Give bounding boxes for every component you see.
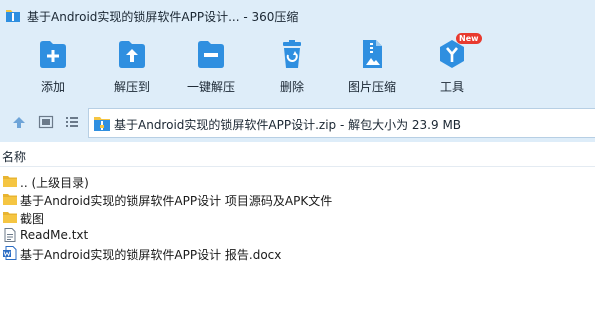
- one-click-extract-icon: [196, 38, 226, 70]
- archive-path-text: 基于Android实现的锁屏软件APP设计.zip - 解包大小为 23.9 M…: [114, 118, 462, 132]
- title-bar: 基于Android实现的锁屏软件APP设计... - 360压缩: [0, 0, 595, 32]
- file-name: 基于Android实现的锁屏软件APP设计 报告.docx: [20, 248, 282, 262]
- text-file-icon: [3, 228, 17, 242]
- delete-button[interactable]: 删除: [256, 38, 328, 95]
- window-title: 基于Android实现的锁屏软件APP设计... - 360压缩: [27, 10, 299, 24]
- list-view-icon[interactable]: [64, 114, 80, 130]
- file-name: 截图: [20, 212, 45, 226]
- file-name: ReadMe.txt: [20, 228, 89, 242]
- one-click-extract-label: 一键解压: [186, 80, 235, 94]
- zip-archive-icon: [94, 116, 110, 131]
- one-click-extract-button[interactable]: 一键解压: [175, 38, 247, 95]
- add-icon: [38, 38, 68, 70]
- extract-to-icon: [117, 38, 147, 70]
- name-column-header[interactable]: 名称: [2, 148, 26, 165]
- image-compress-icon: [357, 38, 387, 70]
- file-row-readme[interactable]: ReadMe.txt: [0, 226, 595, 244]
- word-file-icon: [3, 246, 17, 260]
- path-bar: 基于Android实现的锁屏软件APP设计.zip - 解包大小为 23.9 M…: [0, 102, 595, 142]
- file-row-parent-dir[interactable]: .. (上级目录): [0, 172, 595, 190]
- file-list: 名称 .. (上级目录) 基于Android实现的锁屏软件APP设计 项目源码及…: [0, 142, 595, 328]
- folder-icon: [3, 210, 17, 224]
- new-badge: New: [456, 33, 482, 44]
- file-row-screenshots-folder[interactable]: 截图: [0, 208, 595, 226]
- toolbar: 添加 解压到 一键解压 删除 图片压缩 New 工具: [0, 32, 595, 102]
- extract-to-label: 解压到: [113, 80, 150, 94]
- file-row-report-docx[interactable]: 基于Android实现的锁屏软件APP设计 报告.docx: [0, 244, 595, 262]
- archive-path-field[interactable]: 基于Android实现的锁屏软件APP设计.zip - 解包大小为 23.9 M…: [88, 108, 595, 138]
- add-label: 添加: [40, 80, 65, 94]
- up-arrow-icon[interactable]: [11, 114, 27, 130]
- extract-to-button[interactable]: 解压到: [96, 38, 168, 95]
- file-row-source-folder[interactable]: 基于Android实现的锁屏软件APP设计 项目源码及APK文件: [0, 190, 595, 208]
- archive-app-icon: [6, 9, 20, 22]
- tools-icon: New: [437, 33, 482, 70]
- tools-label: 工具: [439, 80, 464, 94]
- thumbnail-view-icon[interactable]: [38, 114, 54, 130]
- delete-icon: [277, 38, 307, 70]
- folder-icon: [3, 174, 17, 188]
- add-button[interactable]: 添加: [17, 38, 89, 95]
- image-compress-button[interactable]: 图片压缩: [336, 38, 408, 95]
- tools-button[interactable]: New 工具: [416, 33, 488, 95]
- file-name: .. (上级目录): [20, 176, 89, 190]
- folder-icon: [3, 192, 17, 206]
- file-name: 基于Android实现的锁屏软件APP设计 项目源码及APK文件: [20, 194, 333, 208]
- header-divider: [0, 166, 595, 167]
- delete-label: 删除: [279, 80, 304, 94]
- image-compress-label: 图片压缩: [347, 80, 396, 94]
